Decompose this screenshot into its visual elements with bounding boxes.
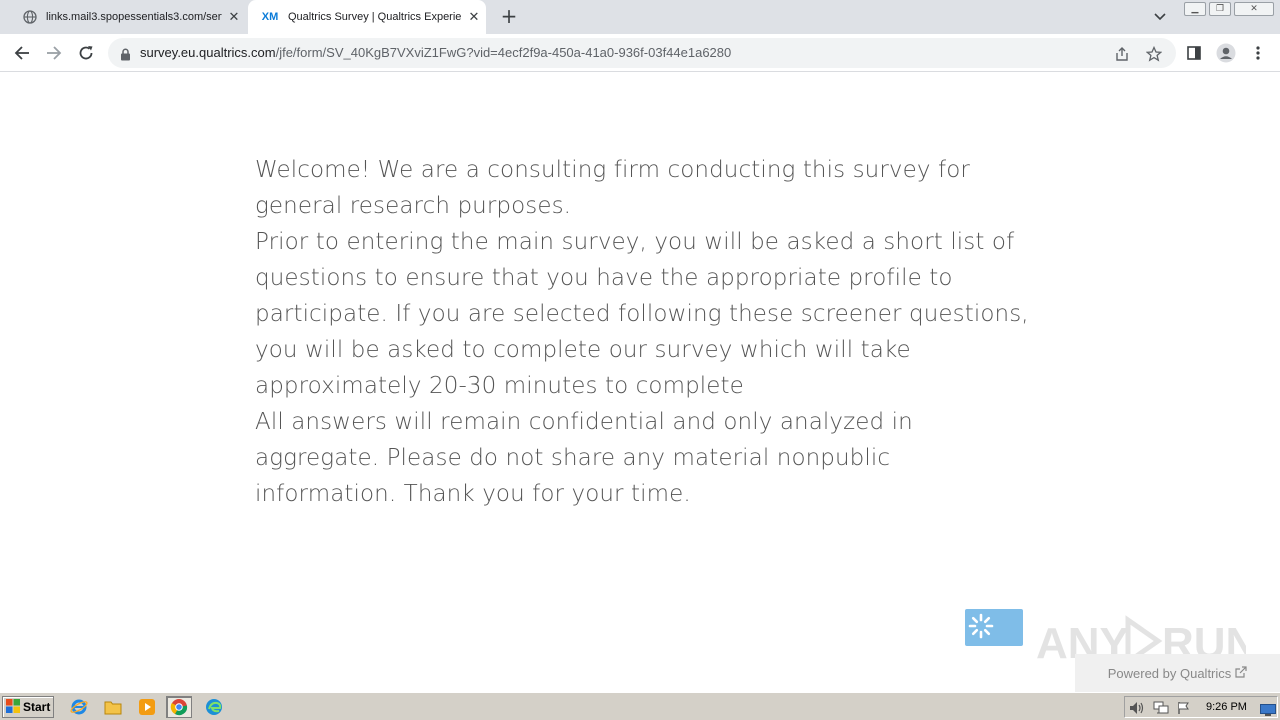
profile-avatar-icon[interactable]	[1214, 41, 1238, 65]
forward-button[interactable]	[42, 41, 66, 65]
survey-page: Welcome! We are a consulting firm conduc…	[0, 72, 1280, 692]
globe-icon	[22, 9, 38, 25]
browser-tab-links[interactable]: links.mail3.spopessentials3.com/serv ✕	[10, 0, 246, 34]
share-icon[interactable]	[1113, 45, 1131, 63]
volume-icon[interactable]	[1129, 700, 1145, 719]
close-window-button[interactable]: ✕	[1234, 2, 1274, 16]
tab-title: Qualtrics Survey | Qualtrics Experien	[288, 11, 462, 23]
next-button[interactable]	[965, 609, 1023, 646]
browser-toolbar: survey.eu.qualtrics.com/jfe/form/SV_40Kg…	[0, 34, 1280, 72]
intro-paragraph: Prior to entering the main survey, you w…	[255, 229, 1029, 399]
minimize-window-button[interactable]: ▁	[1184, 2, 1206, 16]
taskbar-clock[interactable]: 9:26 PM	[1206, 701, 1247, 713]
action-center-flag-icon[interactable]	[1177, 700, 1191, 719]
tab-title: links.mail3.spopessentials3.com/serv	[46, 11, 222, 23]
reload-button[interactable]	[74, 41, 98, 65]
windows-taskbar: Start 9:26 PM	[0, 692, 1280, 720]
url-text[interactable]: survey.eu.qualtrics.com/jfe/form/SV_40Kg…	[140, 45, 731, 60]
browser-menu-icon[interactable]	[1246, 41, 1270, 65]
side-panel-icon[interactable]	[1182, 41, 1206, 65]
browser-tab-qualtrics[interactable]: XM Qualtrics Survey | Qualtrics Experien…	[248, 0, 486, 34]
windows-logo-icon	[6, 698, 20, 716]
new-tab-button[interactable]: +	[498, 5, 520, 27]
restore-window-button[interactable]: ❐	[1209, 2, 1231, 16]
file-explorer-icon[interactable]	[100, 696, 126, 718]
back-button[interactable]	[10, 41, 34, 65]
close-tab-icon[interactable]: ✕	[222, 9, 246, 25]
lock-icon[interactable]	[120, 46, 131, 65]
network-icon[interactable]	[1153, 700, 1169, 719]
address-bar[interactable]: survey.eu.qualtrics.com/jfe/form/SV_40Kg…	[108, 38, 1176, 68]
media-player-icon[interactable]	[134, 696, 160, 718]
show-desktop-icon[interactable]	[1260, 701, 1276, 720]
powered-by-qualtrics-link[interactable]: Powered by Qualtrics	[1075, 654, 1280, 692]
internet-explorer-icon[interactable]	[66, 696, 92, 718]
loading-spinner-icon	[967, 612, 995, 644]
browser-tab-strip: links.mail3.spopessentials3.com/serv ✕ X…	[0, 0, 1280, 34]
bookmark-star-icon[interactable]	[1145, 45, 1163, 63]
intro-paragraph: All answers will remain confidential and…	[255, 409, 913, 507]
start-button[interactable]: Start	[2, 696, 54, 718]
survey-intro-text: Welcome! We are a consulting firm conduc…	[255, 152, 1035, 512]
powered-by-label: Powered by Qualtrics	[1107, 665, 1232, 681]
start-label: Start	[23, 700, 51, 714]
qualtrics-xm-icon: XM	[261, 11, 279, 23]
close-tab-icon[interactable]: ✕	[462, 9, 486, 25]
edge-icon[interactable]	[201, 696, 227, 718]
chrome-taskbar-icon[interactable]	[166, 696, 192, 718]
external-link-icon	[1235, 665, 1247, 681]
tab-search-icon[interactable]	[1150, 8, 1170, 26]
system-tray	[1124, 696, 1278, 718]
intro-paragraph: Welcome! We are a consulting firm conduc…	[255, 157, 970, 219]
